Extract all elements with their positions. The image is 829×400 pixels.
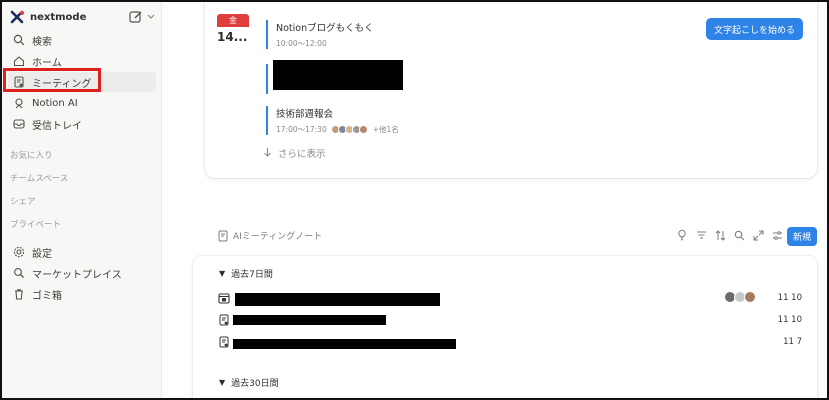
calendar-card: 金 14... Notionブログもくもく 10:00～12:00 技術部週報会…	[205, 0, 817, 178]
notion-x-logo-icon	[10, 10, 24, 24]
start-transcription-button[interactable]: 文字起こしを始める	[705, 18, 803, 40]
note-date: 11 10	[777, 315, 802, 325]
sidebar-item-trash[interactable]: ゴミ箱	[8, 284, 156, 304]
group-title-label: 過去7日間	[231, 270, 273, 280]
attendee-avatars	[724, 291, 756, 303]
redacted-title	[233, 315, 386, 325]
meeting-notes-icon	[218, 314, 230, 326]
attendee-avatars	[330, 125, 368, 134]
sidebar-item-label: 設定	[32, 248, 52, 260]
home-icon	[12, 54, 26, 68]
avatar	[744, 291, 756, 303]
sidebar-item-label: 受信トレイ	[32, 120, 82, 132]
marketplace-icon	[12, 266, 26, 280]
sidebar-item-marketplace[interactable]: マーケットプレイス	[8, 263, 156, 283]
notes-header-label: AIミーティングノート	[233, 232, 323, 242]
day-number: 14...	[217, 30, 248, 44]
calendar-note-icon	[218, 292, 230, 304]
group-past-30-days[interactable]: ▼ 過去30日間	[219, 376, 279, 389]
settings-sliders-icon[interactable]	[771, 229, 783, 241]
avatar	[358, 125, 368, 134]
redacted-title	[233, 339, 456, 349]
workspace-name: nextmode	[30, 11, 87, 23]
sidebar-item-notion-ai[interactable]: Notion AI	[8, 93, 156, 113]
view-toolbar	[669, 229, 783, 241]
day-of-week: 金	[217, 14, 249, 27]
list-item[interactable]: 11 7	[218, 334, 808, 352]
sidebar-item-label: ホーム	[32, 57, 62, 69]
group-title-label: 過去30日間	[231, 379, 279, 389]
event-title: 技術部週報会	[276, 109, 334, 120]
list-item[interactable]: 11 10	[218, 312, 808, 330]
main-content: 金 14... Notionブログもくもく 10:00～12:00 技術部週報会…	[163, 0, 827, 400]
redacted-block	[273, 60, 403, 90]
lightbulb-icon[interactable]	[676, 229, 688, 241]
event-time: 10:00～12:00	[276, 39, 327, 48]
collapse-triangle-icon: ▼	[219, 269, 226, 278]
list-item[interactable]: 11 10	[218, 290, 808, 308]
sidebar-item-search[interactable]: 検索	[8, 30, 156, 50]
sidebar-item-label: ゴミ箱	[32, 290, 62, 302]
edit-icon[interactable]	[128, 9, 144, 25]
collapse-triangle-icon: ▼	[219, 378, 226, 387]
date-badge: 金 14...	[217, 14, 251, 44]
event-title: Notionブログもくもく	[276, 23, 374, 34]
section-teamspaces[interactable]: チームスペース	[10, 172, 68, 184]
highlight-annotation	[3, 68, 101, 92]
event-time-row: 17:00～17:30 +他1名	[276, 124, 399, 135]
section-private[interactable]: プライベート	[10, 218, 61, 230]
filter-icon[interactable]	[695, 229, 707, 241]
calendar-event-redacted[interactable]	[266, 60, 403, 94]
calendar-event[interactable]: 技術部週報会 17:00～17:30 +他1名	[266, 106, 399, 135]
more-attendees: +他1名	[372, 125, 399, 134]
new-note-button[interactable]: 新規	[786, 227, 817, 246]
meeting-notes-icon	[217, 230, 229, 242]
chevron-down-icon[interactable]	[146, 11, 156, 21]
gear-icon	[12, 245, 26, 259]
sidebar-item-label: マーケットプレイス	[32, 269, 122, 281]
meeting-notes-list: ▼ 過去7日間 11 10 11 10 11 7 ▼ 過去30日間	[193, 256, 817, 400]
group-past-7-days[interactable]: ▼ 過去7日間	[219, 267, 273, 280]
meeting-notes-icon	[218, 336, 230, 348]
note-date: 11 10	[777, 293, 802, 303]
sidebar-item-settings[interactable]: 設定	[8, 242, 156, 262]
expand-icon[interactable]	[752, 229, 764, 241]
show-more-label: さらに表示	[278, 149, 326, 160]
arrow-down-icon	[263, 147, 272, 160]
search-icon[interactable]	[733, 229, 745, 241]
sort-icon[interactable]	[714, 229, 726, 241]
sidebar-item-inbox[interactable]: 受信トレイ	[8, 114, 156, 134]
sidebar-item-label: 検索	[32, 36, 52, 48]
note-date: 11 7	[783, 337, 802, 347]
show-more-link[interactable]: さらに表示	[263, 146, 326, 160]
sidebar-item-label: Notion AI	[32, 97, 78, 109]
notion-ai-icon	[12, 96, 26, 110]
workspace-switcher[interactable]: nextmode	[10, 8, 156, 26]
calendar-event[interactable]: Notionブログもくもく 10:00～12:00	[266, 20, 374, 49]
search-icon	[12, 33, 26, 47]
inbox-icon	[12, 117, 26, 131]
section-favorites[interactable]: お気に入り	[10, 149, 53, 161]
sidebar: nextmode 検索 ホーム ミーティング Notion AI 受信トレイ お…	[2, 2, 162, 398]
trash-icon	[12, 287, 26, 301]
ai-meeting-notes-header: AIミーティングノート	[217, 229, 322, 242]
event-time: 17:00～17:30	[276, 125, 327, 134]
redacted-title	[235, 293, 440, 306]
section-shared[interactable]: シェア	[10, 195, 36, 207]
